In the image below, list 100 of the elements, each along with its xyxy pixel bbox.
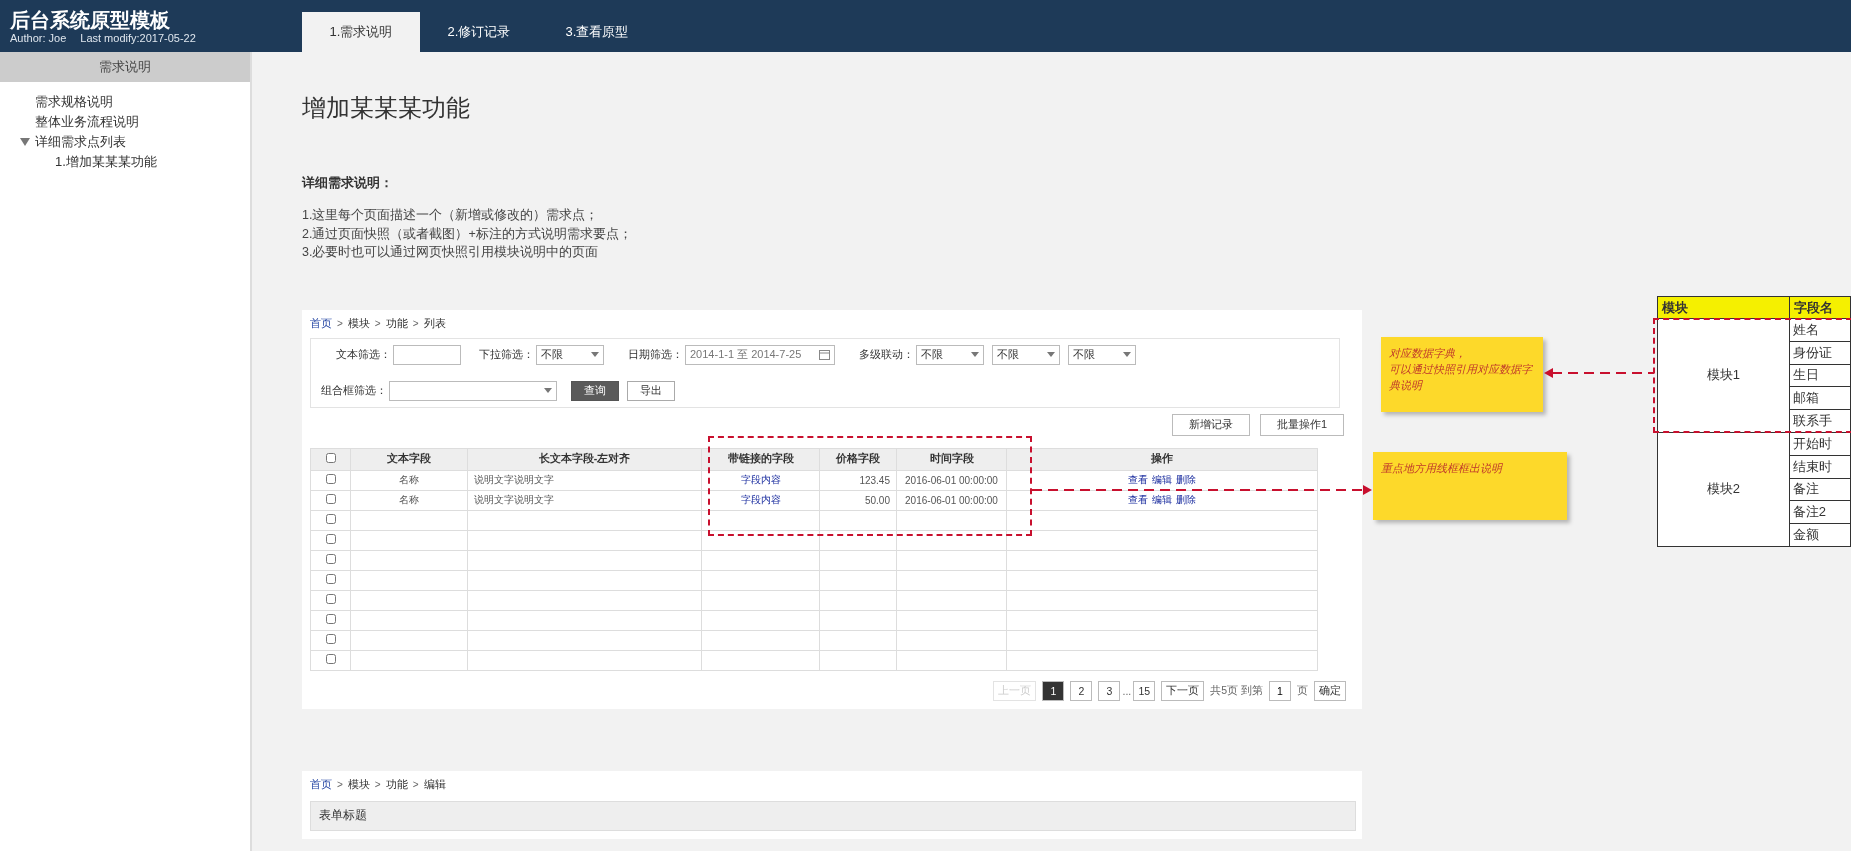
breadcrumb-link[interactable]: 功能 [385, 777, 408, 792]
row-action-link[interactable]: 查看 [1128, 474, 1148, 485]
dictionary-header: 模块 [1657, 296, 1790, 319]
dictionary-cell: 开始时 [1789, 432, 1851, 456]
tab[interactable]: 1.需求说明 [302, 12, 420, 52]
dictionary-cell: 结束时 [1789, 455, 1851, 479]
row-checkbox[interactable] [325, 574, 336, 584]
confirm-button[interactable]: 确定 [1314, 680, 1346, 701]
app-title: 后台系统原型模板 [10, 8, 171, 32]
sidebar-item[interactable]: 整体业务流程说明 [35, 113, 139, 131]
dictionary-cell: 备注 [1789, 478, 1851, 501]
dropdown[interactable]: 不限 [992, 344, 1060, 365]
column-header: 价格字段 [819, 448, 897, 470]
column-header: 带链接的字段 [701, 448, 820, 470]
select-all-checkbox[interactable] [325, 453, 336, 463]
expanded-triangle-icon[interactable] [20, 138, 30, 146]
dictionary-cell: 生日 [1789, 364, 1851, 387]
dictionary-cell: 模块1 [1657, 318, 1790, 433]
page-ellipsis: ... [1122, 684, 1132, 697]
breadcrumb-separator: > [373, 318, 382, 329]
filter-label: 文本筛选： [335, 347, 391, 362]
dictionary-cell: 联系手 [1789, 409, 1851, 433]
column-header: 操作 [1006, 448, 1318, 470]
row-action-link[interactable]: 删除 [1176, 494, 1196, 505]
row-checkbox[interactable] [325, 494, 336, 504]
tab[interactable]: 2.修订记录 [420, 12, 538, 52]
form-title: 表单标题 [310, 800, 1356, 831]
next-page-button[interactable]: 下一页 [1161, 680, 1205, 701]
row-action-link[interactable]: 删除 [1176, 474, 1196, 485]
requirement-note: 2.通过页面快照（或者截图）+标注的方式说明需求要点； [302, 225, 632, 243]
calendar-icon [819, 349, 830, 360]
breadcrumb-link[interactable]: 模块 [347, 777, 370, 792]
author-text: Author: Joe [10, 32, 67, 44]
section-heading: 详细需求说明： [302, 174, 394, 192]
note-text: 可以通过快照引用对应数据字典说明 [1389, 362, 1534, 393]
breadcrumb-separator: > [411, 779, 420, 790]
page-summary: 共5页 到第 [1210, 683, 1263, 698]
breadcrumb-separator: > [411, 318, 420, 329]
page-button[interactable]: 1 [1042, 680, 1065, 701]
breadcrumb-separator: > [336, 779, 344, 790]
dropdown[interactable]: 不限 [536, 344, 604, 365]
row-action-link[interactable]: 编辑 [1152, 494, 1172, 505]
dropdown[interactable]: 不限 [1068, 344, 1136, 365]
row-checkbox[interactable] [325, 474, 336, 484]
page-button[interactable]: 15 [1133, 680, 1156, 701]
breadcrumb-link[interactable]: 模块 [347, 316, 370, 331]
column-header: 长文本字段-左对齐 [467, 448, 702, 470]
dictionary-cell: 姓名 [1789, 318, 1851, 342]
page-title: 增加某某某功能 [302, 93, 470, 123]
dictionary-cell: 身份证 [1789, 341, 1851, 365]
dictionary-cell: 金额 [1789, 523, 1851, 547]
table-cell: 50.00 [819, 490, 897, 510]
row-checkbox[interactable] [325, 554, 336, 564]
caret-icon [971, 352, 979, 357]
table-cell: 名称 [350, 470, 468, 490]
action-button[interactable]: 批量操作1 [1259, 413, 1344, 436]
sidebar-item[interactable]: 详细需求点列表 [35, 133, 126, 151]
filter-label: 组合框筛选： [321, 383, 387, 398]
search-button[interactable]: 查询 [571, 380, 619, 401]
page-button[interactable]: 3 [1098, 680, 1121, 701]
page-button[interactable]: 2 [1070, 680, 1093, 701]
breadcrumb-link[interactable]: 首页 [310, 777, 332, 792]
breadcrumb-link[interactable]: 列表 [423, 316, 446, 331]
row-checkbox[interactable] [325, 534, 336, 544]
table-cell: 2016-06-01 00:00:00 [896, 490, 1007, 510]
row-action-link[interactable]: 查看 [1128, 494, 1148, 505]
filter-label: 日期筛选： [628, 347, 683, 362]
action-button[interactable]: 新增记录 [1171, 413, 1250, 436]
table-cell: 说明文字说明文字 [467, 470, 702, 490]
row-checkbox[interactable] [325, 654, 336, 664]
caret-icon [544, 388, 552, 393]
requirement-note: 3.必要时也可以通过网页快照引用模块说明中的页面 [302, 244, 599, 261]
dictionary-cell: 模块2 [1657, 432, 1790, 547]
field-link[interactable]: 字段内容 [740, 474, 781, 485]
tab[interactable]: 3.查看原型 [538, 12, 656, 52]
sidebar-item[interactable]: 1.增加某某某功能 [55, 153, 157, 171]
text-filter-field[interactable] [393, 344, 461, 365]
row-checkbox[interactable] [325, 514, 336, 524]
dropdown[interactable]: 不限 [916, 344, 984, 365]
note-text: 对应数据字典， [1389, 346, 1467, 361]
breadcrumb-link[interactable]: 功能 [385, 316, 408, 331]
caret-icon [591, 352, 599, 357]
dictionary-cell: 备注2 [1789, 500, 1851, 524]
caret-icon [1047, 352, 1055, 357]
row-checkbox[interactable] [325, 614, 336, 624]
breadcrumb-link[interactable]: 首页 [310, 316, 332, 331]
row-action-link[interactable]: 编辑 [1152, 474, 1172, 485]
breadcrumb-link[interactable]: 编辑 [423, 777, 446, 792]
row-checkbox[interactable] [325, 594, 336, 604]
export-button[interactable]: 导出 [627, 380, 675, 401]
filter-label: 多级联动： [859, 347, 914, 362]
sidebar-item[interactable]: 需求规格说明 [35, 93, 113, 111]
caret-icon [1123, 352, 1131, 357]
modified-date: Last modify:2017-05-22 [80, 32, 196, 44]
field-link[interactable]: 字段内容 [740, 494, 781, 505]
page-number-field[interactable]: 1 [1269, 680, 1291, 701]
row-checkbox[interactable] [325, 634, 336, 644]
breadcrumb-separator: > [336, 318, 344, 329]
date-range-field[interactable]: 2014-1-1 至 2014-7-25 [685, 344, 835, 365]
page-unit: 页 [1297, 683, 1308, 698]
